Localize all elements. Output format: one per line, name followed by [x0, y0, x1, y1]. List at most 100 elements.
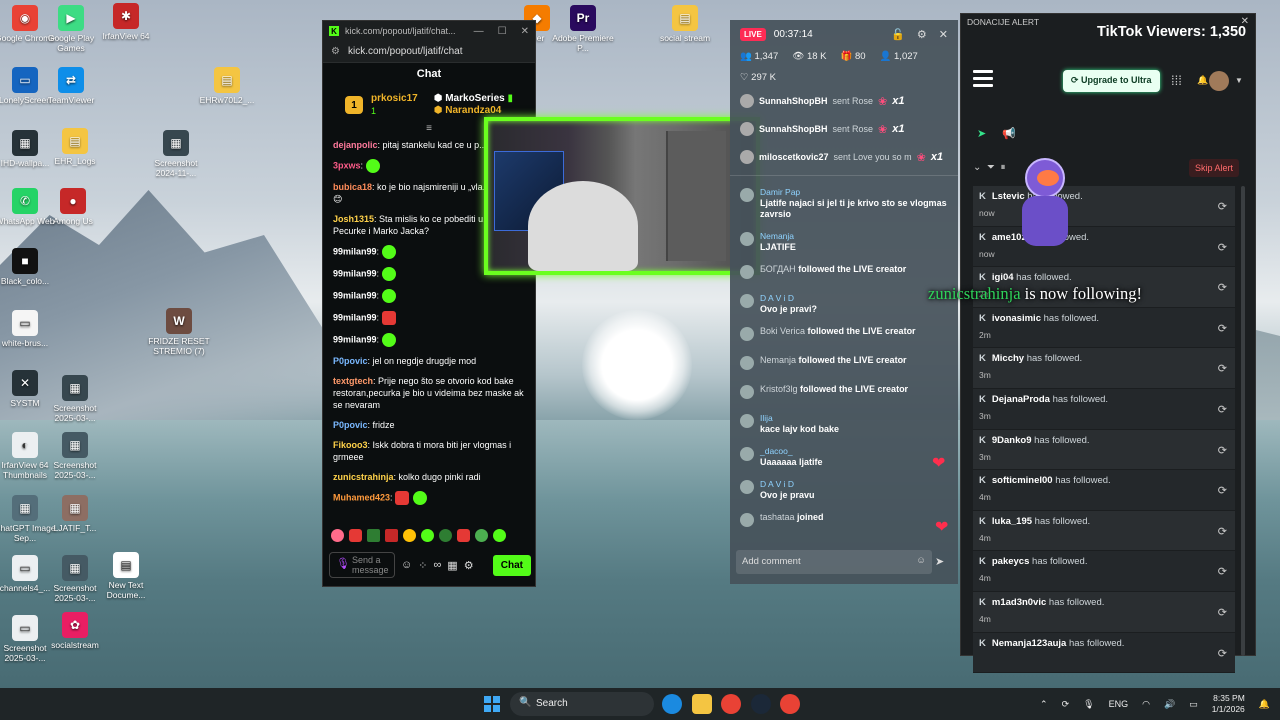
- share-icon[interactable]: ⁘: [418, 559, 427, 572]
- language-indicator[interactable]: ENG: [1109, 699, 1129, 709]
- emote-icon[interactable]: [475, 529, 488, 542]
- gift-user[interactable]: SunnahShopBH: [759, 124, 828, 134]
- chat-username[interactable]: bubica18: [333, 182, 372, 192]
- comment-user[interactable]: tashataa: [760, 512, 795, 522]
- infinity-icon[interactable]: ∞: [433, 559, 441, 571]
- chat-input[interactable]: 🎙 Send a message: [329, 552, 395, 578]
- chrome-icon[interactable]: [721, 694, 741, 714]
- chat-username[interactable]: 99milan99: [333, 290, 377, 300]
- settings-icon[interactable]: ⚙: [917, 28, 927, 41]
- desktop-icon[interactable]: Pr Adobe Premiere P...: [552, 5, 614, 53]
- follower-name[interactable]: 9Danko9: [992, 435, 1032, 446]
- gift-user[interactable]: SunnahShopBH: [759, 96, 828, 106]
- send-chat-button[interactable]: Chat: [492, 554, 531, 576]
- emoji-icon[interactable]: ☺: [916, 555, 926, 566]
- comment-user[interactable]: БОГДАН: [760, 264, 796, 274]
- emote-icon[interactable]: [421, 529, 434, 542]
- chat-username[interactable]: 99milan99: [333, 246, 377, 256]
- emote-icon[interactable]: [349, 529, 362, 542]
- wifi-icon[interactable]: ◠: [1142, 699, 1150, 710]
- emote-icon[interactable]: [385, 529, 398, 542]
- comment-user[interactable]: Ilija: [760, 413, 839, 424]
- desktop-icon[interactable]: ▤ EHRw70L2_...: [196, 67, 258, 105]
- desktop-icon[interactable]: ▦ Screenshot 2025-03-...: [44, 432, 106, 480]
- kick-url-bar[interactable]: ⚙ kick.com/popout/ljatif/chat: [323, 41, 535, 63]
- minimize-icon[interactable]: —: [474, 26, 484, 37]
- chrome-profile-icon[interactable]: [780, 694, 800, 714]
- comment-user[interactable]: D A V i D: [760, 479, 815, 490]
- desktop-icon[interactable]: ✱ IrfanView 64: [95, 3, 157, 41]
- chat-username[interactable]: 3pxws: [333, 160, 361, 170]
- lock-icon[interactable]: 🔓: [891, 28, 905, 41]
- settings-icon[interactable]: ⚙: [464, 559, 474, 572]
- notification-icon[interactable]: 🔔: [1259, 699, 1270, 710]
- chevron-down-icon[interactable]: ▼: [1235, 76, 1243, 85]
- comment-user[interactable]: Kristof3lg: [760, 384, 798, 394]
- replay-icon[interactable]: ⟳: [1218, 200, 1227, 213]
- comment-user[interactable]: D A V i D: [760, 293, 817, 304]
- close-icon[interactable]: ✕: [521, 26, 529, 37]
- comment-user[interactable]: Nemanja: [760, 231, 796, 242]
- tab-send-icon[interactable]: ➤: [977, 127, 986, 140]
- desktop-icon[interactable]: ▦ LJATIF_T...: [44, 495, 106, 533]
- skip-alert-button[interactable]: Skip Alert: [1189, 159, 1240, 177]
- desktop-icon[interactable]: ▤ EHR_Logs: [44, 128, 106, 166]
- maximize-icon[interactable]: ☐: [498, 26, 507, 37]
- chat-username[interactable]: 99milan99: [333, 312, 377, 322]
- desktop-icon[interactable]: ✿ socialstream: [44, 612, 106, 650]
- chat-username[interactable]: 99milan99: [333, 334, 377, 344]
- chat-username[interactable]: P0povic: [333, 356, 368, 366]
- site-settings-icon[interactable]: ⚙: [331, 46, 340, 57]
- add-comment-input[interactable]: Add comment ☺: [736, 550, 932, 574]
- emote-icon[interactable]: [367, 529, 380, 542]
- emote-icon[interactable]: [493, 529, 506, 542]
- replay-icon[interactable]: ⟳: [1218, 403, 1227, 416]
- start-button[interactable]: [484, 696, 500, 712]
- chat-username[interactable]: dejanpolic: [333, 140, 378, 150]
- file-explorer-icon[interactable]: [692, 694, 712, 714]
- comment-user[interactable]: Boki Verica: [760, 326, 805, 336]
- comment-user[interactable]: Damir Pap: [760, 187, 948, 198]
- follower-name[interactable]: Micchy: [992, 353, 1024, 364]
- scrollbar[interactable]: [1241, 186, 1245, 656]
- replay-icon[interactable]: ⟳: [1218, 241, 1227, 254]
- bell-icon[interactable]: 🔔: [1197, 75, 1208, 86]
- follower-name[interactable]: DejanaProda: [992, 394, 1050, 405]
- replay-icon[interactable]: ⟳: [1218, 565, 1227, 578]
- follower-name[interactable]: igi04: [992, 272, 1014, 283]
- desktop-icon[interactable]: ■ Black_colo...: [0, 248, 56, 286]
- emote-icon[interactable]: [439, 529, 452, 542]
- volume-icon[interactable]: 🔊: [1164, 699, 1175, 710]
- follower-name[interactable]: softicminel00: [992, 475, 1053, 486]
- replay-icon[interactable]: ⟳: [1218, 484, 1227, 497]
- kick-titlebar[interactable]: K kick.com/popout/ljatif/chat... — ☐ ✕: [323, 21, 535, 41]
- follower-name[interactable]: luka_195: [992, 516, 1032, 527]
- emote-bar[interactable]: [331, 529, 506, 542]
- replay-icon[interactable]: ⟳: [1218, 647, 1227, 660]
- desktop-icon[interactable]: ▶ Google Play Games: [40, 5, 102, 53]
- chat-username[interactable]: zunicstrahinja: [333, 472, 394, 482]
- steam-icon[interactable]: [751, 694, 771, 714]
- close-icon[interactable]: ✕: [939, 28, 948, 41]
- battery-icon[interactable]: ▭: [1189, 699, 1198, 710]
- taskbar-search[interactable]: 🔍 Search: [510, 692, 654, 716]
- tab-megaphone-icon[interactable]: 📢: [1002, 127, 1016, 140]
- chevron-up-icon[interactable]: ⌃: [1040, 699, 1048, 710]
- desktop-icon[interactable]: ▤ social stream: [654, 5, 716, 43]
- chat-username[interactable]: textgtech: [333, 376, 373, 386]
- desktop-icon[interactable]: W FRIDZE RESET STREMIO (7): [148, 308, 210, 356]
- apps-grid-icon[interactable]: ⁞⁞⁞: [1171, 73, 1182, 88]
- comment-user[interactable]: _dacoo_: [760, 446, 823, 457]
- leader-name[interactable]: ⬢ MarkoSeries ▮: [434, 93, 513, 105]
- desktop-icon[interactable]: ⇄ TeamViewer: [40, 67, 102, 105]
- replay-icon[interactable]: ⟳: [1218, 444, 1227, 457]
- mic-icon[interactable]: 🎙: [1083, 699, 1094, 710]
- store-icon[interactable]: ▦: [447, 559, 457, 572]
- emote-icon[interactable]: [331, 529, 344, 542]
- replay-icon[interactable]: ⟳: [1218, 606, 1227, 619]
- follower-name[interactable]: ivonasimic: [992, 313, 1041, 324]
- avatar[interactable]: [1209, 71, 1229, 91]
- hamburger-menu-icon[interactable]: [973, 70, 993, 91]
- send-icon[interactable]: ➤: [935, 555, 944, 568]
- follower-name[interactable]: pakeycs: [992, 556, 1030, 567]
